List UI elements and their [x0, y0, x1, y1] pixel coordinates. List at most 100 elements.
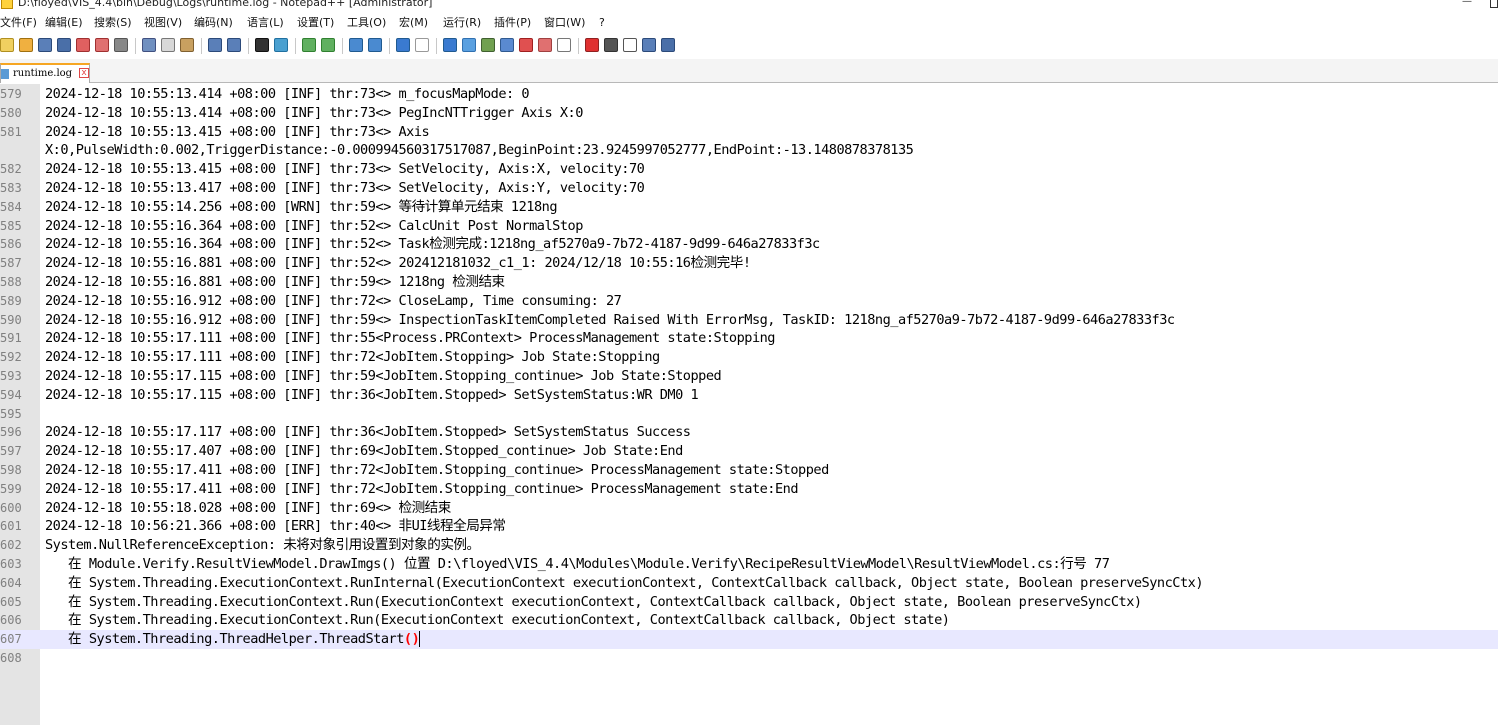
menu-language[interactable]: 语言(L) — [247, 16, 284, 30]
editor-line[interactable]: 601 2024-12-18 10:56:21.366 +08:00 [ERR] … — [0, 517, 1498, 536]
line-text: 2024-12-18 10:55:17.117 +08:00 [INF] thr… — [45, 423, 691, 442]
save-all-icon[interactable] — [57, 38, 71, 52]
menu-run[interactable]: 运行(R) — [443, 16, 481, 30]
editor-line[interactable]: 587 2024-12-18 10:55:16.881 +08:00 [INF] … — [0, 254, 1498, 273]
editor-line[interactable]: 594 2024-12-18 10:55:17.115 +08:00 [INF] … — [0, 386, 1498, 405]
editor-line[interactable]: 586 2024-12-18 10:55:16.364 +08:00 [INF] … — [0, 235, 1498, 254]
editor-line[interactable]: 608 — [0, 649, 1498, 668]
find-icon[interactable] — [255, 38, 269, 52]
editor-line[interactable]: 588 2024-12-18 10:55:16.881 +08:00 [INF] … — [0, 273, 1498, 292]
editor-line[interactable]: X:0,PulseWidth:0.002,TriggerDistance:-0.… — [0, 141, 1498, 160]
editor-line[interactable]: 596 2024-12-18 10:55:17.117 +08:00 [INF] … — [0, 423, 1498, 442]
line-text: 2024-12-18 10:55:13.415 +08:00 [INF] thr… — [45, 160, 645, 179]
editor-area[interactable]: 579 2024-12-18 10:55:13.414 +08:00 [INF] … — [0, 84, 1498, 725]
line-text: 2024-12-18 10:55:17.111 +08:00 [INF] thr… — [45, 348, 660, 367]
menu-view[interactable]: 视图(V) — [144, 16, 182, 30]
close-all-icon[interactable] — [95, 38, 109, 52]
line-number: 596 — [0, 425, 22, 440]
editor-line[interactable]: 582 2024-12-18 10:55:13.415 +08:00 [INF] … — [0, 160, 1498, 179]
editor-line[interactable]: 605 在 System.Threading.ExecutionContext.… — [0, 593, 1498, 612]
sync-horizontal-icon[interactable] — [368, 38, 382, 52]
editor-line[interactable]: 580 2024-12-18 10:55:13.414 +08:00 [INF] … — [0, 104, 1498, 123]
editor-line[interactable]: 602 System.NullReferenceException: 未将对象引用… — [0, 536, 1498, 555]
line-number: 587 — [0, 256, 22, 271]
editor-line[interactable]: 583 2024-12-18 10:55:13.417 +08:00 [INF] … — [0, 179, 1498, 198]
editor-line[interactable]: 593 2024-12-18 10:55:17.115 +08:00 [INF] … — [0, 367, 1498, 386]
indent-guide-icon[interactable] — [443, 38, 457, 52]
editor-line[interactable]: 581 2024-12-18 10:55:13.415 +08:00 [INF] … — [0, 123, 1498, 142]
folder-workspace-icon[interactable] — [519, 38, 533, 52]
menu-plugins[interactable]: 插件(P) — [494, 16, 531, 30]
menu-encoding[interactable]: 编码(N) — [194, 16, 233, 30]
cut-icon[interactable] — [142, 38, 156, 52]
editor-line[interactable]: 579 2024-12-18 10:55:13.414 +08:00 [INF] … — [0, 85, 1498, 104]
line-text: 2024-12-18 10:56:21.366 +08:00 [ERR] thr… — [45, 517, 506, 536]
editor-line[interactable]: 606 在 System.Threading.ExecutionContext.… — [0, 611, 1498, 630]
word-wrap-icon[interactable] — [396, 38, 410, 52]
save-macro-icon[interactable] — [661, 38, 675, 52]
editor-line[interactable]: 584 2024-12-18 10:55:14.256 +08:00 [WRN] … — [0, 198, 1498, 217]
editor-line[interactable]: 589 2024-12-18 10:55:16.912 +08:00 [INF] … — [0, 292, 1498, 311]
replace-icon[interactable] — [274, 38, 288, 52]
open-file-icon[interactable] — [19, 38, 33, 52]
current-line[interactable]: 607 在 System.Threading.ThreadHelper.Thre… — [0, 630, 1498, 649]
text-cursor — [419, 631, 421, 648]
menu-settings[interactable]: 设置(T) — [297, 16, 334, 30]
editor-line[interactable]: 595 — [0, 405, 1498, 424]
editor-line[interactable]: 604 在 System.Threading.ExecutionContext.… — [0, 574, 1498, 593]
menu-help[interactable]: ? — [599, 16, 605, 30]
editor-line[interactable]: 597 2024-12-18 10:55:17.407 +08:00 [INF] … — [0, 442, 1498, 461]
editor-line[interactable]: 591 2024-12-18 10:55:17.111 +08:00 [INF] … — [0, 329, 1498, 348]
menu-search[interactable]: 搜索(S) — [94, 16, 132, 30]
editor-lines: 579 2024-12-18 10:55:13.414 +08:00 [INF] … — [0, 85, 1498, 668]
undo-icon[interactable] — [208, 38, 222, 52]
line-content: 2024-12-18 10:55:17.411 +08:00 [INF] thr… — [45, 461, 829, 478]
monitoring-icon[interactable] — [557, 38, 571, 52]
paste-icon[interactable] — [180, 38, 194, 52]
menu-tools[interactable]: 工具(O) — [347, 16, 386, 30]
function-list-icon[interactable] — [500, 38, 514, 52]
document-map-icon[interactable] — [481, 38, 495, 52]
save-icon[interactable] — [38, 38, 52, 52]
line-text: 2024-12-18 10:55:17.411 +08:00 [INF] thr… — [45, 461, 829, 480]
stop-macro-icon[interactable] — [604, 38, 618, 52]
menu-window[interactable]: 窗口(W) — [544, 16, 585, 30]
close-icon[interactable]: x — [79, 68, 89, 78]
line-text: 在 System.Threading.ExecutionContext.Run(… — [45, 593, 1142, 612]
menu-macro[interactable]: 宏(M) — [399, 16, 428, 30]
editor-line[interactable]: 598 2024-12-18 10:55:17.411 +08:00 [INF] … — [0, 461, 1498, 480]
record-macro-icon[interactable] — [585, 38, 599, 52]
doc-list-icon[interactable] — [538, 38, 552, 52]
new-file-icon[interactable] — [0, 38, 14, 52]
line-number: 584 — [0, 199, 22, 214]
menu-file[interactable]: 文件(F) — [0, 16, 37, 30]
editor-line[interactable]: 600 2024-12-18 10:55:18.028 +08:00 [INF] … — [0, 499, 1498, 518]
editor-line[interactable]: 592 2024-12-18 10:55:17.111 +08:00 [INF] … — [0, 348, 1498, 367]
user-language-icon[interactable] — [462, 38, 476, 52]
editor-line[interactable]: 603 在 Module.Verify.ResultViewModel.Draw… — [0, 555, 1498, 574]
notepad-icon — [1, 0, 13, 9]
line-content: 2024-12-18 10:55:17.111 +08:00 [INF] thr… — [45, 349, 660, 366]
line-text: System.NullReferenceException: 未将对象引用设置到… — [45, 536, 480, 555]
copy-icon[interactable] — [161, 38, 175, 52]
zoom-in-icon[interactable] — [302, 38, 316, 52]
close-file-icon[interactable] — [76, 38, 90, 52]
zoom-out-icon[interactable] — [321, 38, 335, 52]
editor-line[interactable]: 590 2024-12-18 10:55:16.912 +08:00 [INF] … — [0, 311, 1498, 330]
redo-icon[interactable] — [227, 38, 241, 52]
minimize-button[interactable]: — — [1462, 0, 1474, 8]
line-number: 599 — [0, 481, 22, 496]
tab-runtime-log[interactable]: runtime.log x — [0, 63, 90, 83]
file-icon — [1, 69, 9, 79]
title-bar: D:\floyed\VIS_4.4\bin\Debug\Logs\runtime… — [0, 0, 1498, 14]
print-icon[interactable] — [114, 38, 128, 52]
editor-line[interactable]: 585 2024-12-18 10:55:16.364 +08:00 [INF] … — [0, 217, 1498, 236]
sync-vertical-icon[interactable] — [349, 38, 363, 52]
run-macro-multiple-icon[interactable] — [642, 38, 656, 52]
show-all-chars-icon[interactable] — [415, 38, 429, 52]
menu-edit[interactable]: 编辑(E) — [45, 16, 83, 30]
play-macro-icon[interactable] — [623, 38, 637, 52]
maximize-button[interactable] — [1490, 0, 1498, 8]
editor-line[interactable]: 599 2024-12-18 10:55:17.411 +08:00 [INF] … — [0, 480, 1498, 499]
line-text: 2024-12-18 10:55:13.414 +08:00 [INF] thr… — [45, 104, 583, 123]
